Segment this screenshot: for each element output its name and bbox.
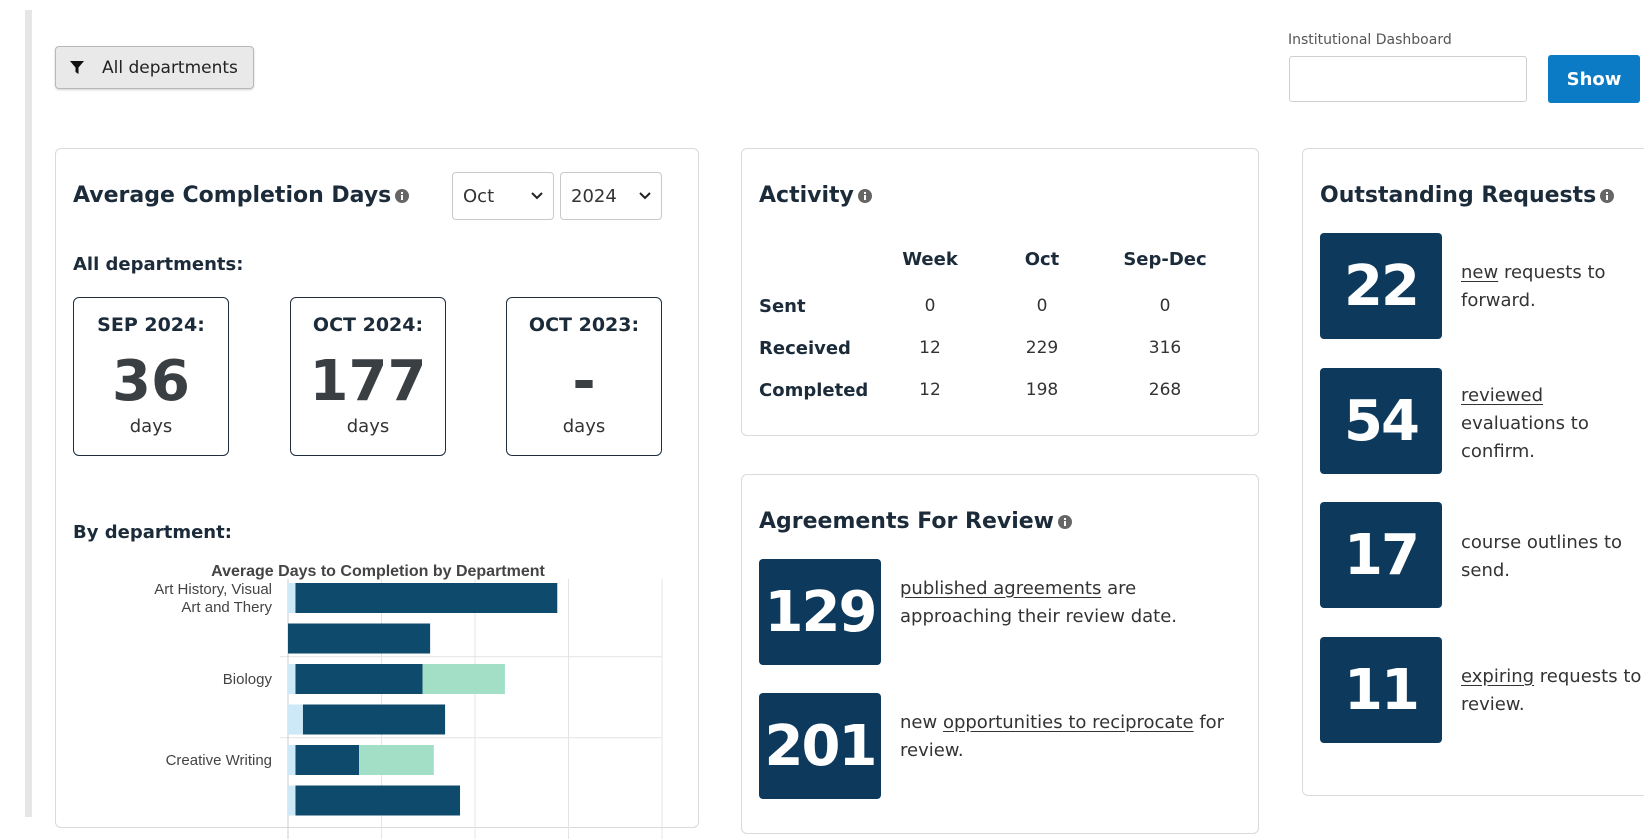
- agreements-title: Agreements For Review: [759, 509, 1072, 535]
- stat-box: OCT 2024: 177 days: [290, 297, 446, 456]
- stat-unit: days: [562, 416, 606, 437]
- month-select[interactable]: Oct: [452, 172, 554, 220]
- chart-bar: [295, 664, 423, 694]
- dashboard-input[interactable]: [1289, 56, 1527, 102]
- stat-value: 177: [309, 349, 427, 414]
- agreements-title-text: Agreements For Review: [759, 509, 1054, 534]
- chart-bar: [422, 664, 505, 694]
- course-outlines-tile: 17: [1320, 502, 1442, 608]
- reciprocate-description: new opportunities to reciprocate for rev…: [900, 709, 1240, 765]
- show-button[interactable]: Show: [1548, 55, 1640, 103]
- stat-box: SEP 2024: 36 days: [73, 297, 229, 456]
- expiring-requests-tile: 11: [1320, 637, 1442, 743]
- activity-cell: 316: [1148, 338, 1182, 358]
- activity-title: Activity: [759, 183, 872, 209]
- chevron-down-icon: [531, 192, 543, 200]
- info-icon[interactable]: [1600, 184, 1615, 209]
- opportunities-link[interactable]: opportunities to reciprocate: [943, 712, 1194, 733]
- published-agreements-link[interactable]: published agreements: [900, 578, 1101, 599]
- agreements-description: published agreements are approaching the…: [900, 575, 1240, 631]
- info-icon[interactable]: [1058, 510, 1072, 535]
- reviewed-link[interactable]: reviewed: [1461, 385, 1543, 406]
- all-departments-label: All departments:: [73, 254, 244, 275]
- activity-cell: 0: [924, 296, 936, 316]
- dashboard-label: Institutional Dashboard: [1288, 32, 1452, 48]
- stat-value: -: [572, 349, 596, 414]
- activity-cell: 12: [919, 380, 941, 400]
- reviewed-evaluations-description: reviewed evaluations to confirm.: [1461, 382, 1601, 466]
- activity-card: Activity Week Oct Sep-Dec Sent 0 0 0 Rec…: [741, 148, 1259, 436]
- expiring-requests-description: expiring requests to review.: [1461, 663, 1644, 719]
- department-filter-label: All departments: [102, 57, 238, 78]
- chart-bar: [288, 704, 303, 735]
- activity-column-header: Oct: [1024, 249, 1060, 270]
- activity-cell: 0: [1036, 296, 1048, 316]
- reciprocate-count-tile: 201: [759, 693, 881, 799]
- chart-bar: [288, 664, 296, 694]
- activity-cell: 0: [1159, 296, 1171, 316]
- outstanding-title-text: Outstanding Requests: [1320, 183, 1597, 208]
- chevron-down-icon: [639, 192, 651, 200]
- agreements-count-tile: 129: [759, 559, 881, 665]
- reviewed-evaluations-text: evaluations to confirm.: [1461, 413, 1589, 462]
- chart-bar: [288, 745, 296, 775]
- outstanding-requests-card: Outstanding Requests 22 new requests to …: [1302, 148, 1644, 796]
- info-icon[interactable]: [857, 184, 872, 209]
- activity-row-label: Completed: [759, 380, 869, 401]
- new-requests-description: new requests to forward.: [1461, 259, 1644, 315]
- year-select[interactable]: 2024: [560, 172, 662, 220]
- department-bar-chart: Art History, Visual Art and Thery Biology C…: [154, 579, 663, 839]
- chart-bar: [359, 745, 434, 775]
- average-completion-title: Average Completion Days: [73, 183, 410, 209]
- stat-label: SEP 2024:: [97, 314, 205, 336]
- chart-bar: [288, 583, 296, 613]
- stat-unit: days: [129, 416, 173, 437]
- activity-cell: 229: [1025, 338, 1059, 358]
- chart-bar: [295, 745, 360, 775]
- chart-bar: [288, 785, 296, 816]
- course-outlines-text: course outlines to send.: [1461, 532, 1623, 581]
- month-select-value: Oct: [463, 185, 495, 207]
- stat-label: OCT 2023:: [528, 314, 640, 336]
- reviewed-evaluations-tile: 54: [1320, 368, 1442, 474]
- new-requests-tile: 22: [1320, 233, 1442, 339]
- activity-cell: 198: [1025, 380, 1059, 400]
- outstanding-title: Outstanding Requests: [1320, 183, 1615, 209]
- stat-value: 36: [112, 349, 190, 414]
- expiring-link[interactable]: expiring: [1461, 666, 1534, 687]
- activity-cell: 12: [919, 338, 941, 358]
- chart-category-label: Biology: [223, 671, 273, 688]
- filter-icon: [70, 60, 84, 74]
- stat-unit: days: [346, 416, 390, 437]
- info-icon[interactable]: [395, 184, 410, 209]
- activity-cell: 268: [1148, 380, 1182, 400]
- chart-category-label: Art History, Visual Art and Thery: [154, 581, 272, 616]
- left-rail: [25, 10, 32, 817]
- new-requests-link[interactable]: new: [1461, 262, 1498, 283]
- average-completion-title-text: Average Completion Days: [73, 183, 392, 208]
- activity-column-header: Week: [902, 249, 958, 270]
- activity-title-text: Activity: [759, 183, 854, 208]
- chart-bar: [302, 704, 446, 735]
- by-department-label: By department:: [73, 522, 232, 543]
- activity-column-header: Sep-Dec: [1123, 249, 1207, 270]
- activity-row-label: Sent: [759, 296, 806, 317]
- average-completion-card: Average Completion Days Oct 2024 All dep…: [55, 148, 699, 839]
- stat-label: OCT 2024:: [312, 314, 424, 336]
- reciprocate-description-prefix: new: [900, 712, 943, 733]
- chart-bar: [295, 785, 461, 816]
- stat-box: OCT 2023: - days: [506, 297, 662, 456]
- activity-row-label: Received: [759, 338, 851, 359]
- chart-bar: [295, 583, 558, 613]
- agreements-card: Agreements For Review 129 published agre…: [741, 474, 1259, 834]
- course-outlines-description: course outlines to send.: [1461, 529, 1644, 585]
- chart-category-label: Creative Writing: [166, 752, 272, 769]
- year-select-value: 2024: [571, 185, 617, 207]
- department-filter-button[interactable]: All departments: [55, 46, 254, 89]
- chart-bar: [288, 623, 431, 654]
